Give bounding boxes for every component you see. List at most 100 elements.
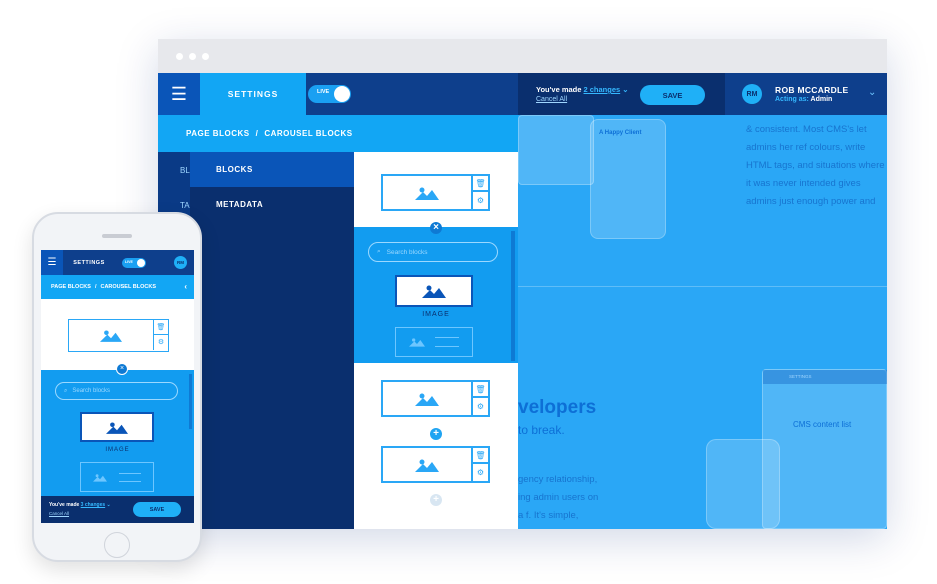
image-block-card[interactable]: 🗑 ⚙	[381, 380, 490, 417]
gear-icon[interactable]: ⚙	[473, 464, 488, 480]
window-dot-icon[interactable]	[176, 52, 183, 60]
nav-collapsed-item[interactable]: TA	[180, 201, 190, 210]
window-dot-icon[interactable]	[202, 52, 209, 60]
menu-icon[interactable]: ☰	[158, 73, 200, 115]
breadcrumb-separator: /	[94, 284, 97, 290]
bg-mini-phone	[706, 439, 780, 529]
save-button[interactable]: SAVE	[640, 85, 705, 105]
block-option-image[interactable]	[80, 412, 154, 442]
nav-collapsed-item[interactable]: BL	[180, 166, 190, 175]
cancel-all-link[interactable]: Cancel All	[49, 511, 69, 516]
text-lines-icon	[119, 472, 141, 482]
search-input[interactable]: ⌕ Search blocks	[368, 242, 498, 262]
avatar[interactable]: RM	[174, 256, 187, 269]
bg-subheading: to break.	[518, 423, 565, 437]
close-icon[interactable]: ×	[116, 363, 128, 375]
bg-mini-tab: SETTINGS	[789, 374, 812, 379]
user-name: ROB MCCARDLE	[775, 85, 849, 95]
gear-icon[interactable]: ⚙	[154, 335, 168, 350]
add-icon[interactable]: +	[430, 428, 442, 440]
close-icon[interactable]: ×	[430, 222, 442, 234]
image-block-card[interactable]: 🗑 ⚙	[381, 446, 490, 483]
chevron-left-icon[interactable]: ‹	[184, 282, 187, 291]
menu-icon[interactable]: ☰	[41, 250, 63, 275]
image-icon	[383, 176, 471, 209]
changes-link[interactable]: 3 changes	[81, 502, 105, 508]
bg-divider	[518, 286, 887, 287]
cms-viewport: A Happy Client & consistent. Most CMS's …	[158, 73, 887, 529]
gear-icon[interactable]: ⚙	[473, 192, 488, 208]
block-option-image-text[interactable]	[80, 462, 154, 492]
tab-settings[interactable]: SETTINGS	[200, 73, 306, 115]
phone-speaker	[102, 234, 132, 238]
acting-as: Acting as: Admin	[775, 96, 832, 103]
scrollbar[interactable]	[189, 374, 192, 429]
image-block-card[interactable]: 🗑 ⚙	[381, 174, 490, 211]
search-input[interactable]: ⌕ Search blocks	[55, 382, 178, 400]
home-button[interactable]	[104, 532, 130, 558]
phone-screen: ☰ SETTINGS LIVE RM PAGE BLOCKS / CAROUSE…	[41, 250, 194, 523]
image-icon	[93, 473, 107, 482]
changes-prefix: You've made	[49, 502, 81, 508]
scrollbar[interactable]	[511, 231, 515, 361]
bg-body: gency relationship, ing admin users on a…	[518, 474, 599, 529]
gear-icon[interactable]: ⚙	[473, 398, 488, 414]
toggle-knob	[137, 259, 145, 267]
breadcrumb-current: CAROUSEL BLOCKS	[100, 284, 156, 290]
image-icon	[69, 320, 153, 350]
chevron-down-icon[interactable]: ⌄	[868, 87, 876, 98]
bg-heading: velopers	[518, 397, 597, 418]
search-icon: ⌕	[64, 387, 68, 394]
chevron-down-icon[interactable]: ⌄	[620, 85, 628, 94]
bg-paragraph: & consistent. Most CMS's let admins her …	[746, 124, 885, 207]
sidebar-item-blocks[interactable]: BLOCKS	[190, 152, 354, 187]
trash-icon[interactable]: 🗑	[473, 176, 488, 192]
sidebar-item-metadata[interactable]: METADATA	[190, 187, 354, 222]
changes-summary: You've made 2 changes ⌄ Cancel All SAVE	[518, 73, 725, 115]
save-button[interactable]: SAVE	[133, 502, 181, 517]
blocks-list: 🗑 ⚙ × ⌕ Search blocks IMAGE 🗑 ⚙ + 🗑 ⚙ +	[354, 152, 518, 529]
trash-icon[interactable]: 🗑	[473, 382, 488, 398]
avatar[interactable]: RM	[742, 84, 762, 104]
live-toggle-label: LIVE	[317, 89, 330, 95]
trash-icon[interactable]: 🗑	[473, 448, 488, 464]
trash-icon[interactable]: 🗑	[154, 320, 168, 335]
block-option-image[interactable]	[395, 275, 473, 307]
bg-mini-title: CMS content list	[793, 420, 852, 429]
image-icon	[383, 382, 471, 415]
marketing-composite: A Happy Client & consistent. Most CMS's …	[0, 0, 937, 584]
block-tools: 🗑 ⚙	[471, 448, 488, 481]
sidebar-nav: BLOCKS METADATA	[190, 152, 354, 529]
block-tools: 🗑 ⚙	[153, 320, 168, 350]
search-placeholder: Search blocks	[72, 388, 111, 394]
bg-mini-app: SETTINGS CMS content list	[762, 369, 887, 529]
image-icon	[409, 338, 425, 347]
bg-phone-preview: A Happy Client	[590, 119, 666, 239]
toggle-knob	[334, 86, 350, 102]
window-dot-icon[interactable]	[189, 52, 196, 60]
acting-as-value: Admin	[810, 96, 833, 103]
acting-as-label: Acting as:	[775, 96, 809, 103]
chevron-down-icon[interactable]: ⌄	[105, 502, 111, 508]
block-option-image-text[interactable]	[395, 327, 473, 357]
add-icon[interactable]: +	[430, 494, 442, 506]
browser-window: A Happy Client & consistent. Most CMS's …	[158, 39, 887, 529]
changes-link[interactable]: 2 changes	[584, 85, 621, 94]
changes-text: You've made 3 changes ⌄	[49, 502, 111, 508]
changes-text: You've made 2 changes ⌄	[536, 85, 629, 94]
live-toggle[interactable]: LIVE	[122, 258, 146, 268]
live-toggle-label: LIVE	[125, 260, 133, 264]
breadcrumb: PAGE BLOCKS / CAROUSEL BLOCKS ‹	[41, 275, 194, 299]
breadcrumb-parent[interactable]: PAGE BLOCKS	[186, 129, 250, 138]
breadcrumb: PAGE BLOCKS / CAROUSEL BLOCKS	[158, 115, 518, 152]
block-option-label: IMAGE	[422, 311, 450, 318]
search-placeholder: Search blocks	[386, 248, 428, 256]
breadcrumb-parent[interactable]: PAGE BLOCKS	[51, 284, 91, 290]
tab-settings[interactable]: SETTINGS	[63, 250, 115, 275]
live-toggle[interactable]: LIVE	[308, 85, 351, 103]
image-icon	[383, 448, 471, 481]
image-block-card[interactable]: 🗑 ⚙	[68, 319, 169, 352]
user-menu[interactable]: RM ROB MCCARDLE Acting as: Admin ⌄	[725, 73, 887, 115]
text-lines-icon	[435, 337, 459, 347]
cancel-all-link[interactable]: Cancel All	[536, 96, 567, 103]
